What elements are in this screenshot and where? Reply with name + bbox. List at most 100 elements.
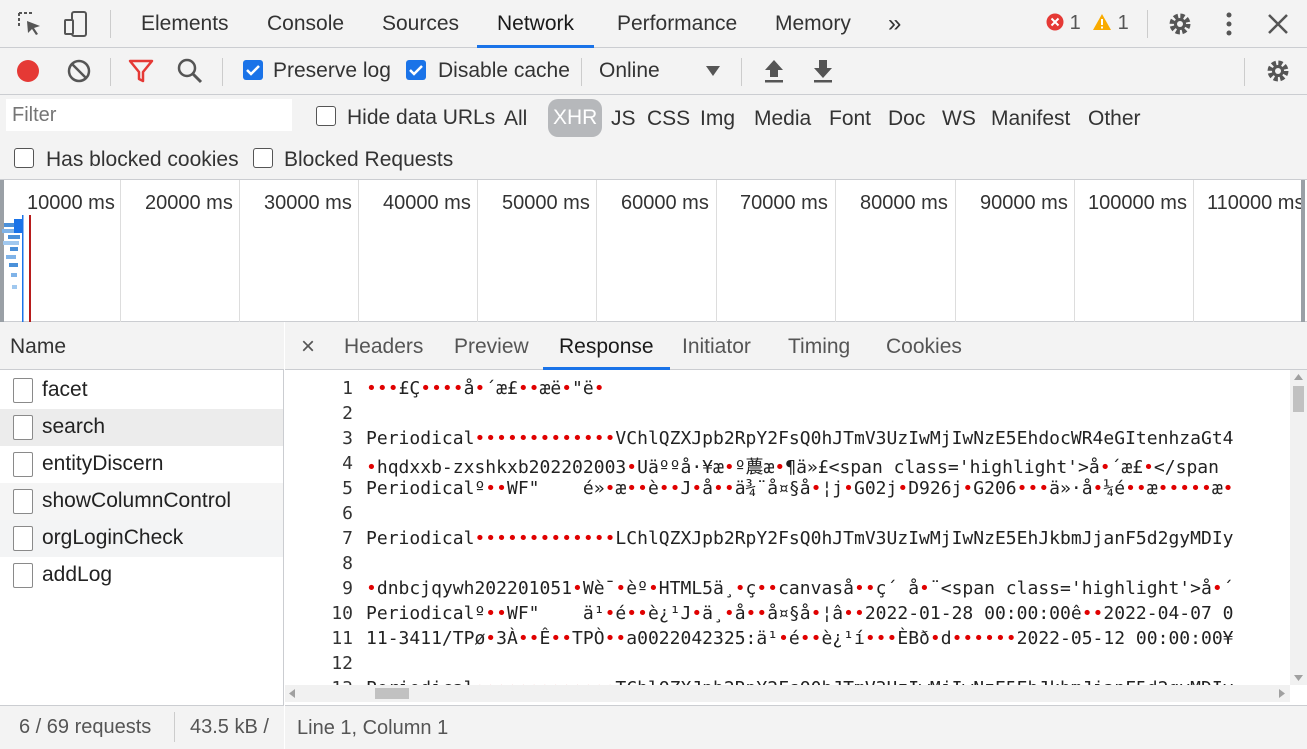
timeline-tick-label: 80000 ms [860,192,948,214]
chevron-down-icon[interactable] [705,64,721,78]
tab-timing[interactable]: Timing [772,322,866,370]
request-row-search[interactable]: search [0,409,283,446]
filter-type-xhr[interactable]: XHR [548,99,603,137]
timeline-tick [835,180,836,322]
filter-funnel-icon[interactable] [127,57,155,85]
scroll-left-arrow-icon[interactable] [289,689,295,698]
scroll-up-arrow-icon[interactable] [1294,374,1303,380]
more-tabs-button[interactable]: » [868,0,921,48]
tab-preview[interactable]: Preview [438,322,545,370]
line-number: 5 [342,478,353,499]
tab-headers[interactable]: Headers [328,322,439,370]
has-blocked-cookies-checkbox[interactable] [14,148,34,168]
close-detail-button[interactable]: × [285,322,331,370]
scroll-right-arrow-icon[interactable] [1279,689,1285,698]
horizontal-scroll-thumb[interactable] [375,688,409,699]
document-icon [13,489,33,514]
more-options-icon[interactable] [1215,10,1243,38]
timeline-tick [1074,180,1075,322]
filter-type-media[interactable]: Media [754,100,811,138]
tab-console[interactable]: Console [247,0,364,48]
timeline-tick-label: 20000 ms [145,192,233,214]
request-row-addlog[interactable]: addLog [0,557,283,594]
record-icon[interactable] [14,57,42,85]
line-number: 10 [331,603,353,624]
timeline-tick [358,180,359,322]
tab-cookies[interactable]: Cookies [870,322,978,370]
line-text: 11-3411/TPø•3À••Ê••TPÒ••a0022042325:ä¹•é… [366,628,1234,649]
timeline-tick [955,180,956,322]
timeline-tick-label: 100000 ms [1088,192,1187,214]
network-settings-gear-icon[interactable] [1264,57,1292,85]
warning-counter[interactable]: 1 [1092,12,1129,35]
close-devtools-icon[interactable] [1264,10,1292,38]
line-number: 9 [342,578,353,599]
import-har-upload-icon[interactable] [760,57,788,85]
timeline-tick-label: 10000 ms [27,192,115,214]
timeline-tick-label: 40000 ms [383,192,471,214]
document-icon [13,452,33,477]
search-icon[interactable] [176,57,204,85]
preserve-log-label: Preserve log [273,59,391,82]
response-line: 12 [285,653,1290,678]
filter-type-doc[interactable]: Doc [888,100,925,138]
line-text: Periodicalº••WF" é»•æ••è••J•å••ä¾¨å¤§å•¦… [366,478,1234,499]
filter-type-all[interactable]: All [504,100,527,138]
tab-initiator[interactable]: Initiator [666,322,767,370]
inspect-element-icon[interactable] [16,10,44,38]
preserve-log-checkbox[interactable] [243,60,263,80]
tab-memory[interactable]: Memory [755,0,871,48]
tab-performance[interactable]: Performance [597,0,757,48]
tab-network[interactable]: Network [477,0,595,48]
line-number: 2 [342,403,353,424]
settings-gear-icon[interactable] [1166,10,1194,38]
export-har-download-icon[interactable] [809,57,837,85]
disable-cache-checkbox[interactable] [406,60,426,80]
filter-type-other[interactable]: Other [1088,100,1141,138]
line-number: 1 [342,378,353,399]
filter-input[interactable] [6,99,292,131]
divider [1147,10,1148,38]
filter-type-js[interactable]: JS [611,100,636,138]
timeline-overview[interactable]: 10000 ms 20000 ms 30000 ms 40000 ms 5000… [0,180,1307,322]
tab-sources[interactable]: Sources [362,0,479,48]
document-icon [13,415,33,440]
throttling-select[interactable]: Online [599,59,660,83]
request-summary-bar: 6 / 69 requests 43.5 kB / [0,705,284,749]
network-toolbar: Preserve log Disable cache Online [0,48,1307,95]
filter-type-img[interactable]: Img [700,100,735,138]
filter-row: Hide data URLs All XHR JS CSS Img Media … [0,95,1307,140]
overview-right-handle[interactable] [1301,180,1305,322]
blocked-requests-checkbox[interactable] [253,148,273,168]
name-column-header[interactable]: Name [0,322,284,370]
timeline-tick-label: 60000 ms [621,192,709,214]
request-name: addLog [42,563,113,586]
filter-type-css[interactable]: CSS [647,100,690,138]
error-counter[interactable]: 1 [1046,12,1081,35]
document-icon [13,563,33,588]
line-text: Periodicalº••WF" ä¹•é••è¿¹J•ä¸•å••å¤§å•¦… [366,603,1234,624]
timeline-tick [239,180,240,322]
filter-type-manifest[interactable]: Manifest [991,100,1070,138]
divider [581,58,582,86]
scroll-down-arrow-icon[interactable] [1294,675,1303,681]
clear-icon[interactable] [65,57,93,85]
request-row-facet[interactable]: facet [0,372,283,409]
filter-type-ws[interactable]: WS [942,100,976,138]
request-row-orglogincheck[interactable]: orgLoginCheck [0,520,283,557]
tab-response[interactable]: Response [543,322,670,370]
request-row-entitydiscern[interactable]: entityDiscern [0,446,283,483]
hide-data-urls-checkbox[interactable] [316,106,336,126]
response-body-viewer[interactable]: 1 •••£Ç••••å•´æ£••æë•"ë• 2 3 Periodical•••••… [285,370,1290,685]
vertical-scrollbar[interactable] [1290,370,1307,685]
line-number: 11 [331,628,353,649]
horizontal-scrollbar[interactable] [285,685,1290,702]
line-number: 4 [342,453,353,474]
device-toolbar-icon[interactable] [62,10,90,38]
filter-type-font[interactable]: Font [829,100,871,138]
vertical-scroll-thumb[interactable] [1293,386,1304,412]
tab-elements[interactable]: Elements [121,0,249,48]
divider [110,10,111,38]
has-blocked-cookies-label: Has blocked cookies [46,148,239,171]
request-row-showcolumncontrol[interactable]: showColumnControl [0,483,283,520]
